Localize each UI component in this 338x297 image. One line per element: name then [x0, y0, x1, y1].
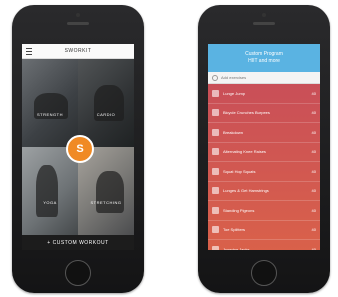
exercise-row[interactable]: Lunge Jump 40	[208, 84, 320, 104]
app-title: SWORKIT	[64, 48, 92, 54]
exercise-label: Jumping Jacks	[223, 246, 250, 250]
home-button[interactable]	[65, 260, 91, 286]
custom-workout-button[interactable]: + CUSTOM WORKOUT	[22, 235, 134, 250]
exercise-label: Lunge Jump	[223, 90, 246, 96]
camera	[76, 13, 80, 17]
exercise-duration: 40	[311, 227, 316, 233]
workout-tile-strength[interactable]: STRENGTH	[22, 59, 78, 147]
workout-grid: STRENGTH CARDIO YOGA STRETCHING S	[22, 59, 134, 235]
tile-label: STRETCHING	[90, 200, 122, 205]
search-bar[interactable]	[208, 72, 320, 84]
exercise-icon	[212, 226, 219, 234]
left-screen: SWORKIT STRENGTH CARDIO YOGA STRETCHING …	[22, 44, 134, 250]
exercise-row[interactable]: Alternating Knee Raises 40	[208, 143, 320, 162]
app-header: SWORKIT	[22, 44, 134, 59]
exercise-row[interactable]: Squat Hop Squats 40	[208, 162, 320, 182]
speaker	[67, 22, 89, 25]
workout-photo	[36, 165, 58, 217]
search-icon	[212, 74, 218, 81]
exercise-label: Lunges & Get Hamstrings	[223, 188, 269, 194]
exercise-row[interactable]: Bicycle Crunches Burpees 40	[208, 104, 320, 123]
left-phone: SWORKIT STRENGTH CARDIO YOGA STRETCHING …	[12, 5, 144, 293]
camera	[262, 13, 266, 17]
exercise-icon	[212, 245, 219, 250]
exercise-duration: 40	[311, 246, 316, 250]
tile-label: YOGA	[43, 200, 57, 205]
exercise-list: Lunge Jump 40 Bicycle Crunches Burpees 40 Br…	[208, 84, 320, 250]
exercise-label: Alternating Knee Raises	[223, 149, 266, 155]
home-button[interactable]	[251, 260, 277, 286]
program-header: Custom Program HIIT and more	[208, 44, 320, 72]
exercise-icon	[212, 206, 219, 214]
exercise-icon	[212, 109, 219, 117]
exercise-icon	[212, 148, 219, 156]
logo-badge: S	[66, 135, 94, 163]
exercise-duration: 40	[311, 188, 316, 194]
workout-tile-yoga[interactable]: YOGA	[22, 147, 78, 235]
exercise-row[interactable]: Toe Splitters 40	[208, 221, 320, 240]
exercise-icon	[212, 89, 219, 97]
search-input[interactable]	[221, 75, 301, 80]
program-subtitle: HIIT and more	[248, 58, 280, 64]
exercise-row[interactable]: Standing Pigeons 40	[208, 201, 320, 221]
exercise-duration: 40	[311, 168, 316, 174]
tile-label: CARDIO	[96, 112, 116, 117]
exercise-icon	[212, 128, 219, 136]
exercise-duration: 40	[311, 207, 316, 213]
tile-label: STRENGTH	[37, 112, 63, 117]
exercise-label: Squat Hop Squats	[223, 168, 256, 174]
exercise-duration: 40	[311, 129, 316, 135]
program-title: Custom Program	[245, 51, 283, 57]
menu-icon[interactable]	[26, 48, 32, 55]
exercise-label: Bicycle Crunches Burpees	[223, 110, 270, 116]
exercise-label: Toe Splitters	[223, 227, 246, 233]
exercise-label: Standing Pigeons	[223, 207, 255, 213]
exercise-icon	[212, 187, 219, 195]
workout-tile-cardio[interactable]: CARDIO	[78, 59, 134, 147]
exercise-duration: 40	[311, 149, 316, 155]
exercise-duration: 40	[311, 90, 316, 96]
right-phone: Custom Program HIIT and more Lunge Jump 4…	[198, 5, 330, 293]
exercise-row[interactable]: Breakdown 40	[208, 123, 320, 143]
exercise-icon	[212, 167, 219, 175]
speaker	[253, 22, 275, 25]
right-screen: Custom Program HIIT and more Lunge Jump 4…	[208, 44, 320, 250]
workout-photo	[96, 171, 124, 213]
exercise-row[interactable]: Jumping Jacks 40	[208, 240, 320, 250]
exercise-label: Breakdown	[223, 129, 244, 135]
exercise-row[interactable]: Lunges & Get Hamstrings 40	[208, 182, 320, 201]
exercise-duration: 40	[311, 110, 316, 116]
